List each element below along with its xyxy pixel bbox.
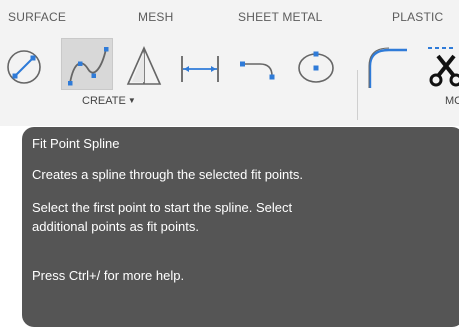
tab-sheet-metal[interactable]: SHEET METAL xyxy=(238,10,322,24)
tab-plastic[interactable]: PLASTIC xyxy=(392,10,443,24)
toolbar: SURFACE MESH SHEET METAL PLASTIC CREATE … xyxy=(0,0,459,126)
chevron-down-icon: ▼ xyxy=(127,96,136,105)
tooltip-instruction-1: Select the first point to start the spli… xyxy=(32,200,293,215)
tab-mesh[interactable]: MESH xyxy=(138,10,173,24)
tab-surface[interactable]: SURFACE xyxy=(8,10,66,24)
create-label: CREATE xyxy=(82,95,126,107)
triangle-mesh-icon xyxy=(126,46,162,85)
tooltip-help: Press Ctrl+/ for more help. xyxy=(32,268,185,283)
arc-icon xyxy=(240,61,275,80)
tab-bar: SURFACE MESH SHEET METAL PLASTIC xyxy=(0,0,459,38)
two-point-line-button[interactable] xyxy=(4,42,52,90)
circle-icon xyxy=(298,51,334,83)
two-point-line-icon xyxy=(7,50,41,84)
fillet-button[interactable] xyxy=(367,42,415,90)
toolbar-separator xyxy=(357,70,358,120)
arc-button[interactable] xyxy=(234,42,282,90)
fit-point-spline-button[interactable] xyxy=(61,38,113,90)
trim-button[interactable] xyxy=(424,42,459,90)
tooltip: Fit Point Spline Creates a spline throug… xyxy=(22,127,459,327)
dimension-line-icon xyxy=(181,56,219,82)
create-dropdown[interactable]: CREATE ▼ xyxy=(82,95,136,107)
tooltip-title: Fit Point Spline xyxy=(32,136,120,151)
circle-button[interactable] xyxy=(292,42,340,90)
modify-dropdown[interactable]: MC xyxy=(445,95,459,107)
fit-point-spline-icon xyxy=(68,47,109,86)
scissors-icon xyxy=(428,47,459,87)
fillet-icon xyxy=(368,47,407,88)
mesh-triangle-button[interactable] xyxy=(122,42,170,90)
tooltip-instruction-2: additional points as fit points. xyxy=(32,219,199,234)
dimension-line-button[interactable] xyxy=(176,42,224,90)
tooltip-description: Creates a spline through the selected fi… xyxy=(32,167,303,182)
